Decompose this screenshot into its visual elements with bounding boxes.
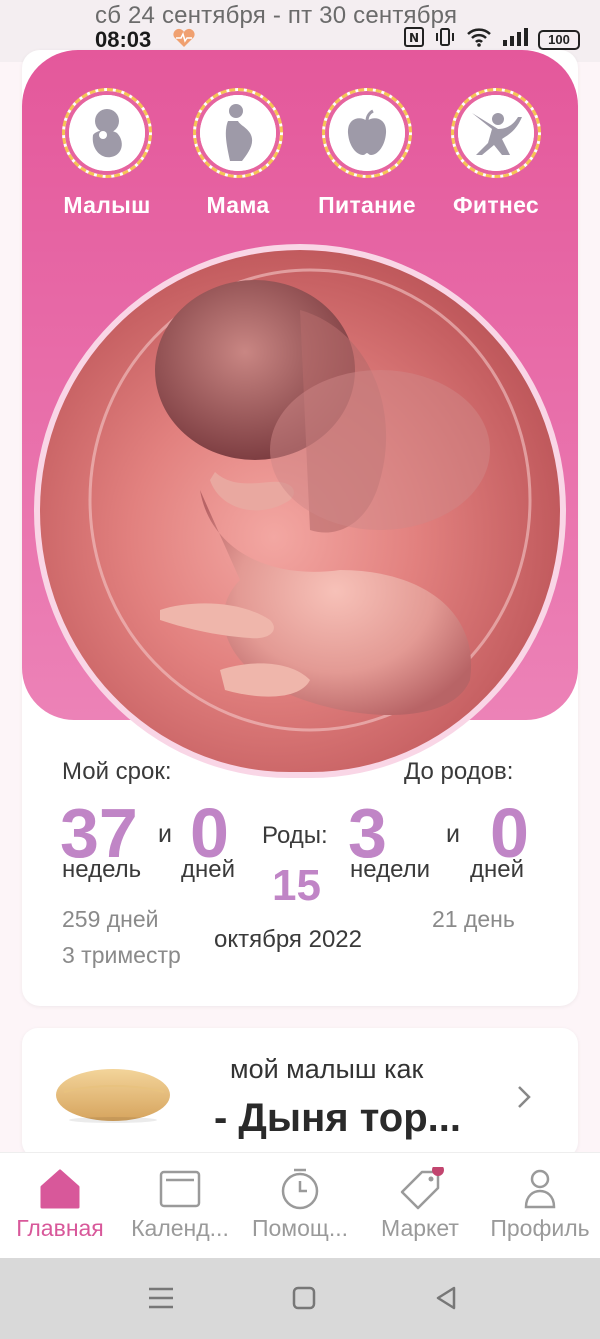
home-square-icon[interactable] (292, 1286, 316, 1315)
birth-month-year: октября 2022 (214, 926, 362, 953)
birth-label: Роды: (262, 822, 328, 849)
fruit-name: - Дыня тор... (214, 1096, 461, 1140)
baby-icon (92, 109, 122, 158)
system-icons: N 100 (404, 27, 580, 52)
tab-label: Маркет (381, 1215, 459, 1241)
baby-size-caption: мой малыш как (230, 1054, 424, 1084)
category-baby-inner (69, 95, 145, 171)
profile-icon (518, 1167, 562, 1216)
tab-home[interactable]: Главная (0, 1153, 120, 1259)
tab-label: Профиль (490, 1215, 590, 1241)
left-weeks-unit: недели (350, 856, 431, 883)
category-label: Питание (318, 192, 416, 218)
and-text: и (446, 820, 460, 848)
tab-label: Календ... (131, 1215, 229, 1241)
weeks-unit: недель (62, 856, 142, 883)
week-range-text: сб 24 сентября - пт 30 сентября (95, 2, 458, 29)
trimester: 3 триместр (62, 942, 181, 968)
menu-icon[interactable] (148, 1286, 174, 1315)
category-baby-button[interactable]: Малыш (42, 88, 172, 219)
total-days: 259 дней (62, 906, 159, 932)
calendar-icon (158, 1167, 202, 1216)
tab-label: Главная (16, 1215, 104, 1241)
category-menu: Малыш Мама Питание Фитнес (22, 88, 578, 228)
category-fitness-circle (451, 88, 541, 178)
category-label: Мама (206, 192, 270, 218)
tab-market[interactable]: Маркет (360, 1153, 480, 1259)
tag-icon (396, 1164, 444, 1216)
left-days-unit: дней (470, 856, 525, 883)
category-label: Фитнес (452, 192, 539, 218)
category-mom-circle (193, 88, 283, 178)
svg-text:N: N (409, 31, 419, 45)
birth-day: 15 (272, 861, 321, 910)
tab-help[interactable]: Помощ... (240, 1153, 360, 1259)
and-text: и (158, 820, 172, 848)
days-left: 21 день (432, 906, 515, 932)
my-term-label: Мой срок: (62, 758, 172, 785)
back-icon[interactable] (434, 1286, 458, 1315)
tab-label: Помощ... (251, 1215, 349, 1241)
category-label: Малыш (63, 192, 151, 218)
melon-image (56, 1069, 170, 1123)
category-nutrition-inner (329, 95, 405, 171)
fetus-illustration (34, 244, 566, 778)
nfc-icon: N (404, 27, 424, 52)
category-fitness-inner (458, 95, 534, 171)
timer-icon (278, 1167, 322, 1216)
category-mom-button[interactable]: Мама (173, 88, 303, 219)
category-fitness-button[interactable]: Фитнес (431, 88, 561, 219)
category-mom-inner (200, 95, 276, 171)
category-baby-circle (62, 88, 152, 178)
signal-icon (502, 27, 528, 52)
baby-size-card[interactable]: мой малыш как - Дыня тор... (22, 1028, 578, 1158)
home-icon (38, 1167, 82, 1216)
chevron-right-icon (518, 1086, 531, 1108)
due-label: До родов: (404, 758, 514, 785)
pregnant-woman-icon (225, 104, 253, 161)
vibrate-icon (434, 27, 456, 52)
wifi-icon (466, 27, 492, 52)
yoga-icon (472, 113, 522, 155)
battery-icon: 100 (538, 29, 580, 50)
tab-calendar[interactable]: Календ... (120, 1153, 240, 1259)
days-unit: дней (181, 856, 236, 883)
category-nutrition-circle (322, 88, 412, 178)
system-navigation-bar (0, 1258, 600, 1339)
category-nutrition-button[interactable]: Питание (302, 88, 432, 219)
tab-profile[interactable]: Профиль (480, 1153, 600, 1259)
bottom-tab-bar: Главная Календ... Помощ... Маркет Профил… (0, 1152, 600, 1258)
apple-icon (347, 109, 387, 155)
